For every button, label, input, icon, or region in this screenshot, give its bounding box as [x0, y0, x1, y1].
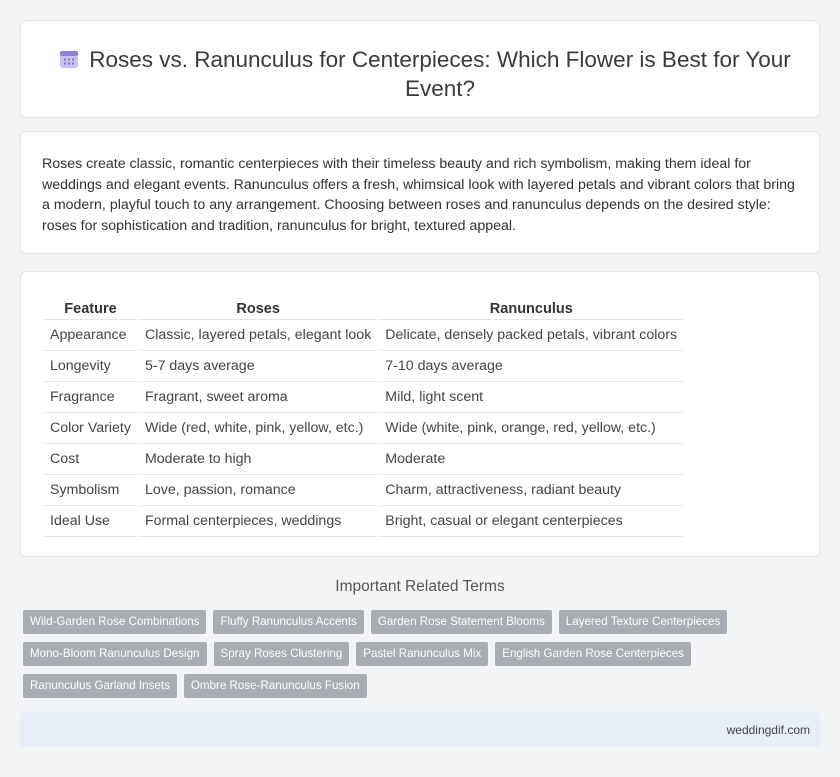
- cell-roses: Classic, layered petals, elegant look: [138, 320, 378, 351]
- header-ranunculus: Ranunculus: [379, 298, 684, 320]
- cell-feature: Appearance: [44, 320, 137, 351]
- table-row: Longevity 5-7 days average 7-10 days ave…: [44, 351, 684, 382]
- term-tag[interactable]: Wild-Garden Rose Combinations: [23, 610, 207, 634]
- page-title: Roses vs. Ranunculus for Centerpieces: W…: [89, 47, 791, 101]
- term-tag[interactable]: Fluffy Ranunculus Accents: [213, 610, 364, 634]
- cell-roses: Wide (red, white, pink, yellow, etc.): [138, 413, 378, 444]
- cell-ranunculus: 7-10 days average: [379, 351, 684, 382]
- term-tag[interactable]: Ranunculus Garland Insets: [23, 674, 177, 698]
- comparison-card: Feature Roses Ranunculus Appearance Clas…: [20, 271, 820, 557]
- related-terms-heading: Important Related Terms: [335, 578, 505, 595]
- term-tag[interactable]: Mono-Bloom Ranunculus Design: [23, 642, 207, 666]
- cell-feature: Fragrance: [44, 382, 137, 413]
- cell-feature: Longevity: [44, 351, 137, 382]
- term-tag[interactable]: Spray Roses Clustering: [213, 642, 350, 666]
- table-row: Ideal Use Formal centerpieces, weddings …: [44, 506, 684, 537]
- calendar-icon: [60, 51, 78, 68]
- term-tag[interactable]: Layered Texture Centerpieces: [558, 610, 728, 634]
- cell-roses: Formal centerpieces, weddings: [138, 506, 378, 537]
- term-tag[interactable]: Pastel Ranunculus Mix: [356, 642, 489, 666]
- term-tag[interactable]: Ombre Rose-Ranunculus Fusion: [183, 674, 367, 698]
- cell-ranunculus: Moderate: [379, 444, 684, 475]
- table-row: Appearance Classic, layered petals, eleg…: [44, 320, 684, 351]
- intro-paragraph: Roses create classic, romantic centerpie…: [42, 156, 795, 234]
- table-row: Fragrance Fragrant, sweet aroma Mild, li…: [44, 382, 684, 413]
- cell-ranunculus: Mild, light scent: [379, 382, 684, 413]
- cell-feature: Color Variety: [44, 413, 137, 444]
- header-roses: Roses: [138, 298, 378, 320]
- cell-feature: Symbolism: [44, 475, 137, 506]
- term-tag[interactable]: Garden Rose Statement Blooms: [370, 610, 552, 634]
- footer: weddingdif.com: [20, 712, 820, 747]
- table-row: Cost Moderate to high Moderate: [44, 444, 684, 475]
- cell-roses: Moderate to high: [138, 444, 378, 475]
- table-row: Symbolism Love, passion, romance Charm, …: [44, 475, 684, 506]
- comparison-table: Feature Roses Ranunculus Appearance Clas…: [42, 298, 685, 537]
- cell-roses: 5-7 days average: [138, 351, 378, 382]
- table-row: Color Variety Wide (red, white, pink, ye…: [44, 413, 684, 444]
- intro-card: Roses create classic, romantic centerpie…: [20, 131, 820, 254]
- cell-ranunculus: Delicate, densely packed petals, vibrant…: [379, 320, 684, 351]
- cell-feature: Cost: [44, 444, 137, 475]
- related-terms-list: Wild-Garden Rose Combinations Fluffy Ran…: [23, 610, 783, 698]
- cell-ranunculus: Wide (white, pink, orange, red, yellow, …: [379, 413, 684, 444]
- header-feature: Feature: [44, 298, 137, 320]
- title-wrap: Roses vs. Ranunculus for Centerpieces: W…: [21, 21, 819, 117]
- table-header-row: Feature Roses Ranunculus: [44, 298, 684, 320]
- header-card: Roses vs. Ranunculus for Centerpieces: W…: [20, 20, 820, 118]
- cell-feature: Ideal Use: [44, 506, 137, 537]
- cell-ranunculus: Bright, casual or elegant centerpieces: [379, 506, 684, 537]
- footer-site-link[interactable]: weddingdif.com: [727, 723, 810, 737]
- cell-ranunculus: Charm, attractiveness, radiant beauty: [379, 475, 684, 506]
- cell-roses: Fragrant, sweet aroma: [138, 382, 378, 413]
- term-tag[interactable]: English Garden Rose Centerpieces: [495, 642, 691, 666]
- cell-roses: Love, passion, romance: [138, 475, 378, 506]
